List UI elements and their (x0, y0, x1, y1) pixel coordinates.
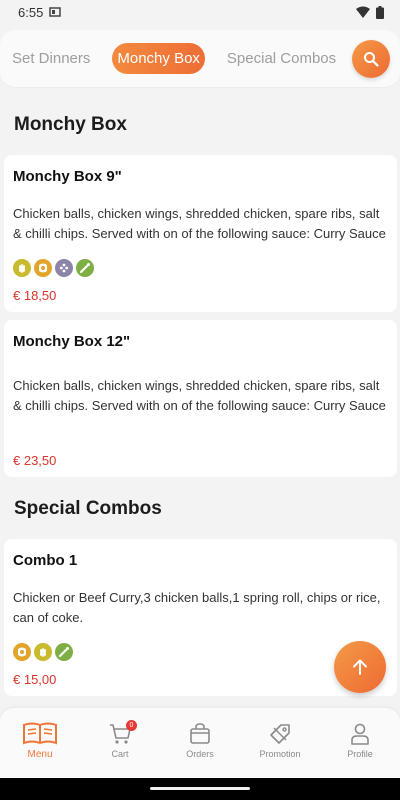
item-description-line: & chilli chips. Served with on of the fo… (13, 226, 386, 241)
section-title-special-combos: Special Combos (14, 498, 162, 519)
egg-icon (13, 643, 31, 661)
orders-bag-icon (190, 723, 210, 744)
nav-label-profile: Profile (347, 749, 373, 759)
nav-orders[interactable]: Orders (160, 708, 240, 778)
tab-set-dinners[interactable]: Set Dinners (6, 43, 96, 74)
egg-icon (34, 259, 52, 277)
scroll-to-top-button[interactable] (334, 641, 386, 693)
nav-promotion[interactable]: Promotion (240, 708, 320, 778)
search-button[interactable] (352, 40, 390, 78)
menu-item-card[interactable]: Monchy Box 9" Chicken balls, chicken win… (4, 155, 397, 312)
nav-profile[interactable]: Profile (320, 708, 400, 778)
cart-badge: 0 (126, 720, 137, 731)
wifi-icon (356, 6, 370, 18)
status-bar: 6:55 (0, 0, 400, 24)
category-tabs: Set Dinners Monchy Box Special Combos (0, 30, 400, 88)
battery-icon (376, 5, 384, 19)
nav-menu[interactable]: Menu (0, 708, 80, 778)
nav-label-cart: Cart (111, 749, 129, 759)
bottom-navigation: Menu 0 Cart Orders Promotion Profile (0, 708, 400, 778)
item-description: Chicken or Beef Curry,3 chicken balls,1 … (13, 588, 388, 628)
menu-book-icon (23, 722, 57, 745)
tab-special-combos[interactable]: Special Combos (221, 43, 342, 74)
arrow-up-icon (353, 659, 367, 675)
celery-icon (55, 643, 73, 661)
notification-icon (49, 7, 62, 17)
item-price: € 15,00 (13, 672, 57, 687)
nav-label-promotion: Promotion (259, 749, 301, 759)
item-description-line: Chicken balls, chicken wings, shredded c… (13, 206, 380, 221)
system-navigation-bar (0, 778, 400, 800)
menu-item-card[interactable]: Monchy Box 12" Chicken balls, chicken wi… (4, 320, 397, 477)
celery-icon (76, 259, 94, 277)
nav-cart[interactable]: 0 Cart (80, 708, 160, 778)
nav-label-orders: Orders (186, 749, 214, 759)
item-description-line: can of coke. (13, 610, 84, 625)
item-name: Monchy Box 9" (13, 168, 122, 185)
status-time: 6:55 (18, 4, 44, 20)
nav-label-menu: Menu (27, 749, 53, 760)
item-description-line: Chicken balls, chicken wings, shredded c… (13, 378, 380, 393)
item-name: Monchy Box 12" (13, 333, 131, 350)
search-icon (364, 52, 379, 67)
allergen-list (13, 643, 73, 661)
item-description: Chicken balls, chicken wings, shredded c… (13, 376, 388, 416)
item-price: € 23,50 (13, 453, 57, 468)
tab-monchy-box[interactable]: Monchy Box (112, 43, 205, 74)
soy-icon (55, 259, 73, 277)
gluten-icon (13, 259, 31, 277)
gluten-icon (34, 643, 52, 661)
item-description-line: Chicken or Beef Curry,3 chicken balls,1 … (13, 590, 381, 605)
promotion-tag-icon (270, 724, 290, 744)
section-title-monchy-box: Monchy Box (14, 114, 127, 135)
profile-icon (351, 723, 369, 745)
item-name: Combo 1 (13, 552, 78, 569)
home-gesture-handle[interactable] (150, 787, 250, 790)
item-description-line: & chilli chips. Served with on of the fo… (13, 398, 386, 413)
item-price: € 18,50 (13, 288, 57, 303)
allergen-list (13, 259, 94, 277)
item-description: Chicken balls, chicken wings, shredded c… (13, 204, 388, 244)
